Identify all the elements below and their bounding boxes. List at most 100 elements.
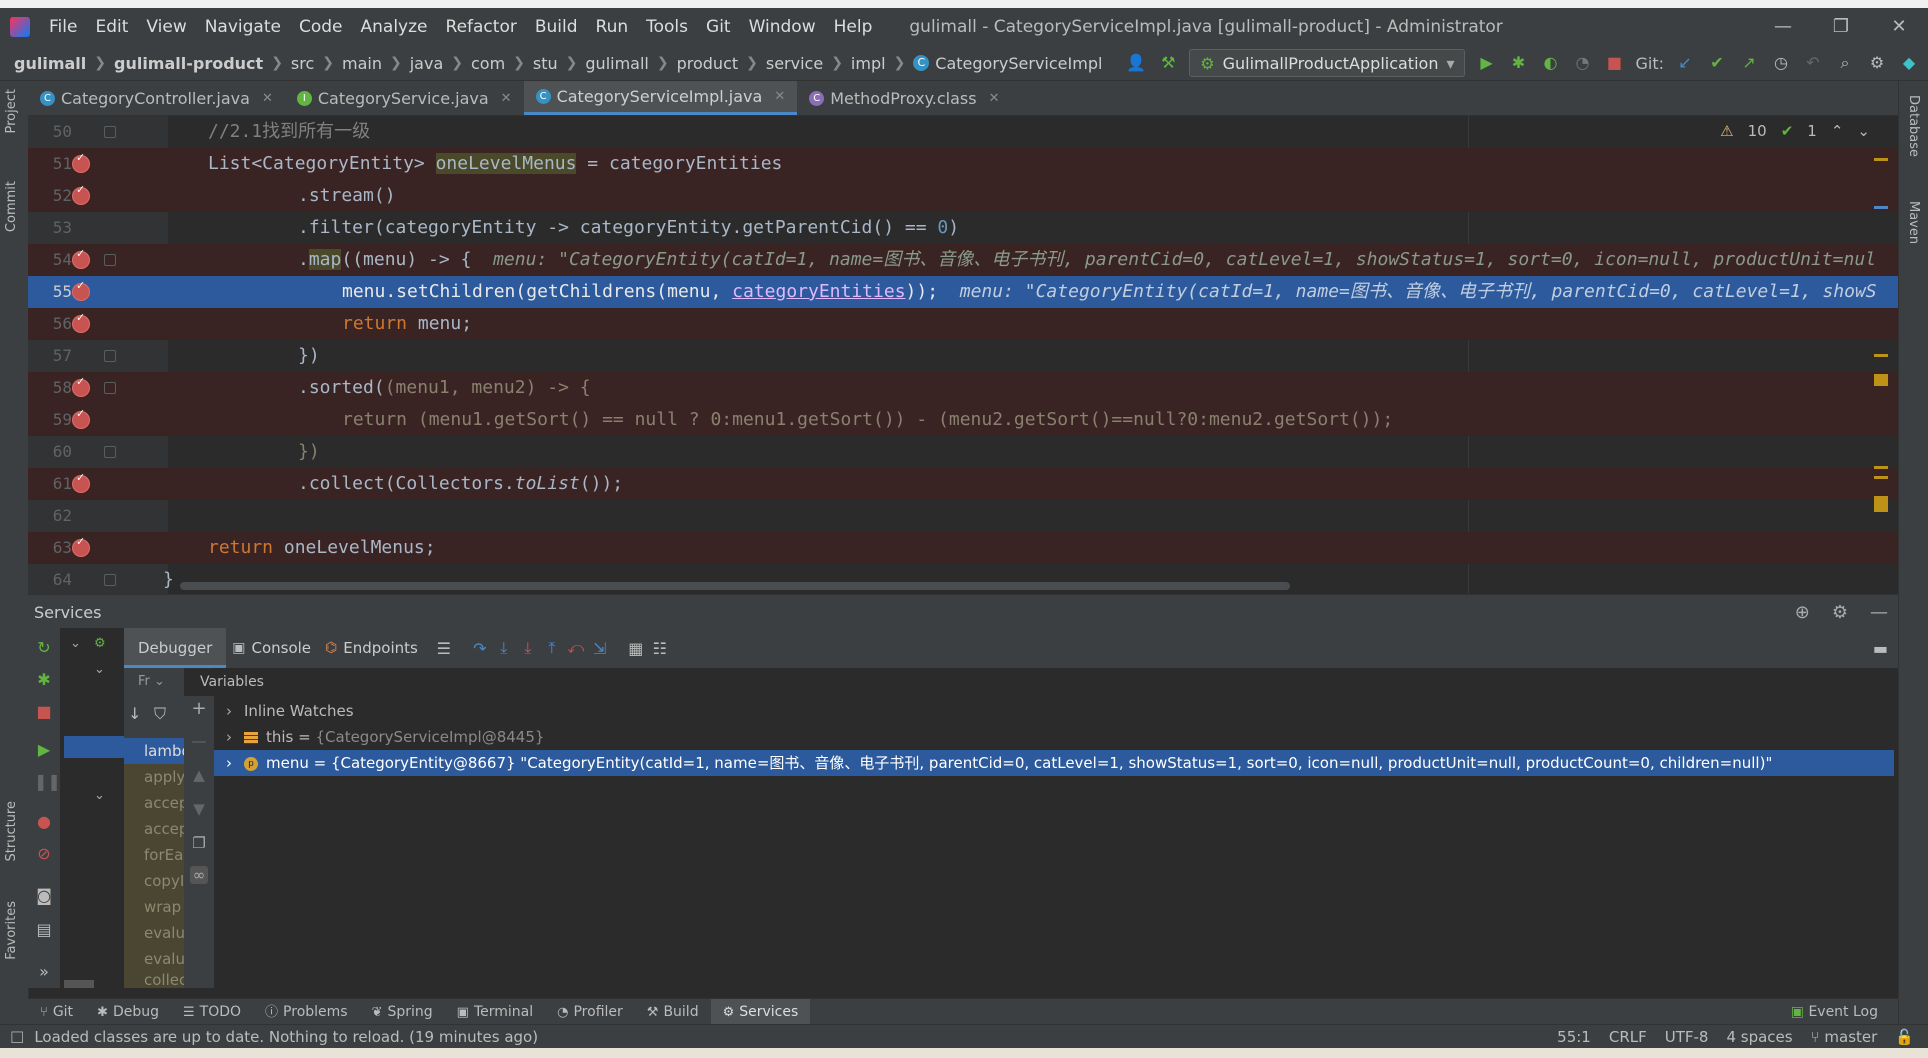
breadcrumb-service[interactable]: service: [766, 54, 823, 73]
hammer-icon[interactable]: ⚒: [1157, 52, 1179, 74]
chevron-down-icon[interactable]: ⌄: [94, 662, 105, 677]
chevron-right-icon[interactable]: ›: [214, 724, 244, 750]
fold-marker-icon[interactable]: [104, 350, 116, 362]
inspection-widget[interactable]: ⚠ 10 ✔ 1 ⌃ ⌄: [1720, 122, 1870, 140]
breadcrumb-module[interactable]: gulimall-product: [114, 54, 263, 73]
structure-tool-button[interactable]: Structure: [4, 801, 19, 861]
tree-scrollbar[interactable]: [64, 980, 94, 988]
debug-icon[interactable]: ✱: [1507, 52, 1529, 74]
frame-item[interactable]: apply: [124, 764, 184, 790]
breadcrumb-com[interactable]: com: [471, 54, 505, 73]
fold-marker-icon[interactable]: [104, 126, 116, 138]
chevron-right-icon[interactable]: ›: [214, 698, 244, 724]
variable-row-menu[interactable]: › p menu = {CategoryEntity@8667} "Category…: [214, 750, 1894, 776]
code-line-60[interactable]: 60 }): [28, 436, 1898, 468]
indent-setting[interactable]: 4 spaces: [1726, 1028, 1792, 1046]
hide-panel-icon[interactable]: —: [1870, 602, 1888, 623]
code-line-57[interactable]: 57 }): [28, 340, 1898, 372]
tab-git[interactable]: ⑂ Git: [28, 999, 85, 1025]
tab-problems[interactable]: ⓘ Problems: [253, 999, 360, 1025]
code-line-61[interactable]: 61 ✓ .collect(Collectors.toList());: [28, 468, 1898, 500]
event-log-button[interactable]: ▣ Event Log: [1791, 1004, 1878, 1020]
frame-item[interactable]: forEach: [124, 842, 184, 868]
breadcrumb-src[interactable]: src: [291, 54, 314, 73]
chevron-up-icon[interactable]: ⌃: [1831, 122, 1844, 140]
maven-tool-button[interactable]: Maven: [1906, 201, 1921, 244]
favorites-tool-button[interactable]: Favorites: [4, 901, 19, 960]
commit-tool-button[interactable]: Commit: [4, 181, 19, 232]
tab-services[interactable]: ⚙ Services: [710, 999, 811, 1025]
menu-git[interactable]: Git: [697, 8, 740, 46]
caret-position[interactable]: 55:1: [1557, 1028, 1591, 1046]
step-into-icon[interactable]: ⤓: [492, 638, 516, 658]
breadcrumb-class[interactable]: CategoryServiceImpl: [935, 54, 1102, 73]
resume-icon[interactable]: ▶: [34, 740, 54, 760]
services-tree[interactable]: ⌄ ⚙ ⌄ ⌄: [60, 628, 124, 988]
error-stripe[interactable]: [1874, 116, 1888, 594]
frame-item[interactable]: evalu: [124, 920, 184, 946]
file-encoding[interactable]: UTF-8: [1665, 1028, 1709, 1046]
code-line-56[interactable]: 56 ✓ return menu;: [28, 308, 1898, 340]
tab-spring[interactable]: ❦ Spring: [360, 999, 445, 1025]
git-branch[interactable]: ⑂ master: [1811, 1028, 1878, 1046]
profile-icon[interactable]: ◔: [1571, 52, 1593, 74]
git-update-icon[interactable]: ↙: [1674, 52, 1696, 74]
menu-help[interactable]: Help: [825, 8, 882, 46]
mute-breakpoints-icon[interactable]: ⊘: [34, 844, 54, 864]
user-icon[interactable]: 👤: [1125, 52, 1147, 74]
chevron-down-icon[interactable]: ⌄: [1857, 122, 1870, 140]
copy-icon[interactable]: ❐: [190, 834, 208, 852]
debug-icon[interactable]: ✱: [34, 670, 54, 690]
run-configuration-select[interactable]: ⚙ GulimallProductApplication ▾: [1189, 49, 1466, 77]
close-tab-icon[interactable]: ✕: [262, 91, 273, 106]
frame-item[interactable]: copyI: [124, 868, 184, 894]
variable-row-inline-watches[interactable]: › Inline Watches: [214, 698, 1894, 724]
menu-file[interactable]: File: [40, 8, 86, 46]
settings-gear-icon[interactable]: ⚙: [1866, 52, 1888, 74]
menu-analyze[interactable]: Analyze: [352, 8, 437, 46]
remove-watch-icon[interactable]: —: [190, 732, 208, 750]
layout-icon[interactable]: ▤: [34, 920, 54, 940]
stop-icon[interactable]: ■: [34, 702, 54, 722]
tab-build[interactable]: ⚒ Build: [635, 999, 711, 1025]
git-push-icon[interactable]: ↗: [1738, 52, 1760, 74]
breadcrumb-stu[interactable]: stu: [533, 54, 558, 73]
tab-category-controller[interactable]: C CategoryController.java ✕: [28, 81, 285, 115]
breadcrumb-impl[interactable]: impl: [851, 54, 886, 73]
plugin-icon[interactable]: ◆: [1898, 52, 1920, 74]
tab-category-service[interactable]: I CategoryService.java ✕: [285, 81, 524, 115]
rollback-icon[interactable]: ↶: [1802, 52, 1824, 74]
fold-marker-icon[interactable]: [104, 574, 116, 586]
tab-debugger[interactable]: Debugger: [124, 628, 227, 668]
panel-settings-icon[interactable]: ⚙: [1832, 602, 1848, 623]
run-icon[interactable]: ▶: [1475, 52, 1497, 74]
minimize-icon[interactable]: —: [1754, 8, 1812, 46]
status-message[interactable]: Loaded classes are up to date. Nothing t…: [34, 1028, 538, 1046]
breadcrumb-java[interactable]: java: [410, 54, 444, 73]
menu-lines-icon[interactable]: ☰: [432, 639, 456, 658]
run-to-cursor-icon[interactable]: ⇲: [588, 639, 612, 658]
trace-stream-icon[interactable]: ☷: [648, 639, 672, 658]
tab-method-proxy[interactable]: C MethodProxy.class ✕: [797, 81, 1011, 115]
git-commit-icon[interactable]: ✔: [1706, 52, 1728, 74]
move-up-icon[interactable]: ▲: [190, 766, 208, 784]
line-separator[interactable]: CRLF: [1609, 1028, 1647, 1046]
chevron-right-icon[interactable]: ›: [214, 750, 244, 776]
arrow-down-icon[interactable]: ↓: [128, 704, 141, 723]
infinity-icon[interactable]: ∞: [190, 866, 208, 884]
code-editor[interactable]: 50 //2.1找到所有一级 51 ✓ List<CategoryEntity>…: [28, 116, 1898, 594]
target-icon[interactable]: ⊕: [1795, 602, 1810, 623]
history-icon[interactable]: ◷: [1770, 52, 1792, 74]
code-line-53[interactable]: 53 .filter(categoryEntity -> categoryEnt…: [28, 212, 1898, 244]
menu-navigate[interactable]: Navigate: [196, 8, 290, 46]
restore-icon[interactable]: ❐: [1812, 8, 1870, 46]
tab-console[interactable]: Console: [245, 628, 325, 668]
add-watch-icon[interactable]: +: [190, 698, 208, 719]
frame-item[interactable]: accept: [124, 790, 184, 816]
menu-window[interactable]: Window: [740, 8, 825, 46]
code-line-51[interactable]: 51 ✓ List<CategoryEntity> oneLevelMenus …: [28, 148, 1898, 180]
frame-item[interactable]: accept: [124, 816, 184, 842]
tab-category-service-impl[interactable]: C CategoryServiceImpl.java ✕: [523, 81, 798, 115]
restore-layout-icon[interactable]: ▬: [1873, 639, 1888, 658]
frame-item[interactable]: lambda: [124, 738, 184, 764]
